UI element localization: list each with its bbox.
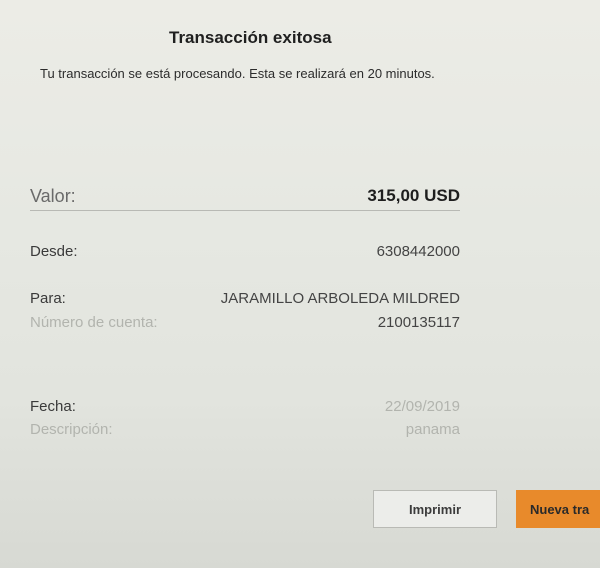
valor-row: Valor: 315,00 USD (30, 184, 460, 211)
descripcion-value: panama (405, 421, 460, 438)
print-button[interactable]: Imprimir (373, 490, 497, 528)
page-title: Transacción exitosa (169, 28, 332, 47)
fecha-value: 22/09/2019 (384, 398, 460, 415)
desde-value: 6308442000 (376, 243, 460, 260)
status-message: Tu transacción se está procesando. Esta … (40, 66, 435, 81)
new-transaction-button[interactable]: Nueva tra (516, 490, 600, 528)
desde-label: Desde: (30, 243, 78, 260)
fecha-label: Fecha: (30, 398, 76, 415)
descripcion-label: Descripción: (30, 421, 113, 438)
valor-value: 315,00 USD (367, 186, 460, 205)
para-label: Para: (30, 290, 66, 307)
para-value: JARAMILLO ARBOLEDA MILDRED (220, 290, 460, 307)
valor-label: Valor: (30, 186, 76, 206)
account-number-value: 2100135117 (377, 314, 460, 331)
transaction-receipt-screen: Transacción exitosa Tu transacción se es… (0, 0, 600, 568)
account-number-label: Número de cuenta: (30, 314, 158, 331)
